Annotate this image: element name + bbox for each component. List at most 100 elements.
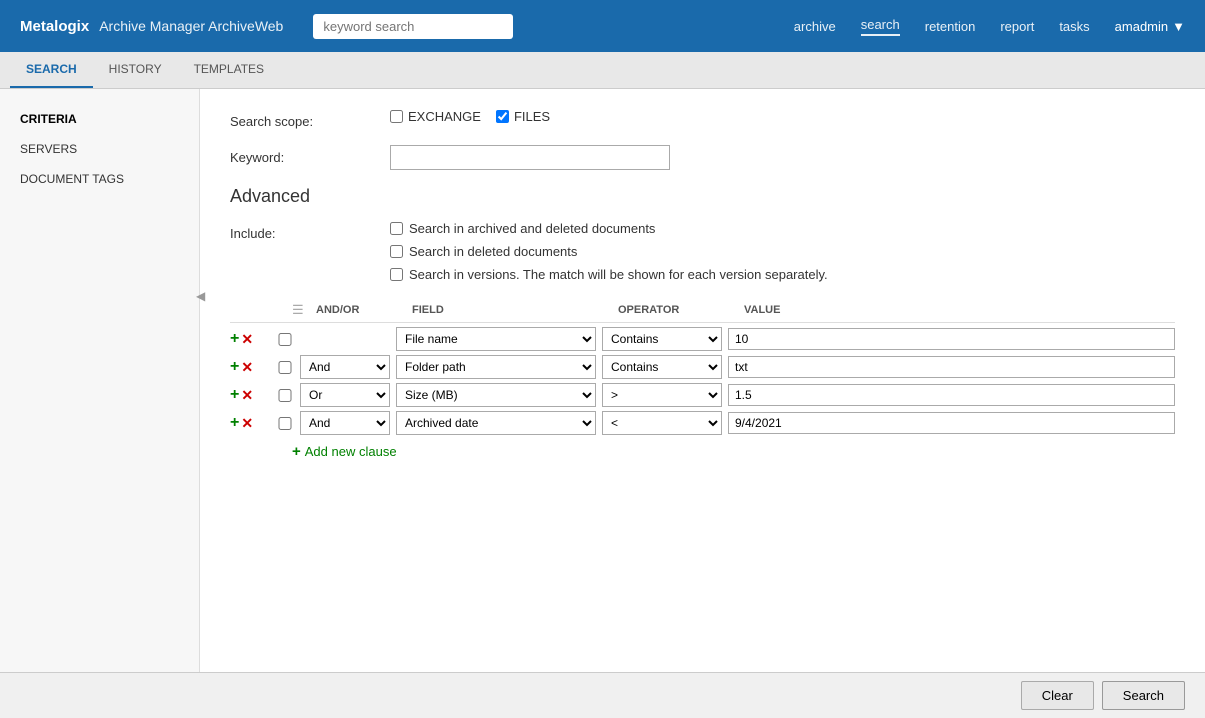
search-scope-controls: EXCHANGE FILES [390,109,550,124]
include-archived-deleted-checkbox[interactable] [390,222,403,235]
search-scope-row: Search scope: EXCHANGE FILES [230,109,1175,129]
files-checkbox[interactable] [496,110,509,123]
include-option-deleted[interactable]: Search in deleted documents [390,244,828,259]
criteria-header: ☰ AND/OR FIELD OPERATOR VALUE [230,302,1175,323]
keyword-search-input[interactable] [313,14,513,39]
chevron-down-icon: ▼ [1172,19,1185,34]
sidebar-item-servers[interactable]: SERVERS [0,134,199,164]
include-row: Include: Search in archived and deleted … [230,221,1175,282]
keyword-input[interactable] [390,145,670,170]
row-4-checkbox[interactable] [276,417,294,430]
nav-tasks[interactable]: tasks [1059,19,1089,34]
criteria-row-4: + ✕ And Or File name Folder path Size (M… [230,411,1175,435]
row-3-remove-button[interactable]: ✕ [241,388,253,402]
sidebar-collapse-icon[interactable]: ◀ [196,289,205,303]
amadmin-label: amadmin [1115,19,1168,34]
criteria-row-2: + ✕ And Or File name Folder path Size (M… [230,355,1175,379]
row-2-andor[interactable]: And Or [300,355,390,379]
advanced-title: Advanced [230,186,1175,207]
criteria-row-3: + ✕ And Or File name Folder path Size (M… [230,383,1175,407]
include-deleted-checkbox[interactable] [390,245,403,258]
row-3-add-button[interactable]: + [230,387,239,403]
content-area: Search scope: EXCHANGE FILES Keyword: Ad… [200,89,1205,715]
search-button[interactable]: Search [1102,681,1185,710]
row-4-operator-select[interactable]: > < >= <= = [602,411,722,435]
brand: Metalogix Archive Manager ArchiveWeb [20,18,283,35]
exchange-checkbox[interactable] [390,110,403,123]
row-2-value[interactable] [728,356,1175,378]
row-1-value-input[interactable] [728,328,1175,350]
col-operator-header: OPERATOR [618,304,738,316]
row-3-operator[interactable]: > < >= <= = [602,383,722,407]
nav-retention[interactable]: retention [925,19,976,34]
row-1-operator[interactable]: Contains Does not contain Equals Starts … [602,327,722,351]
row-3-checkbox[interactable] [276,389,294,402]
row-3-value[interactable] [728,384,1175,406]
row-3-field-select[interactable]: File name Folder path Size (MB) Archived… [396,383,596,407]
row-2-remove-button[interactable]: ✕ [241,360,253,374]
keyword-label: Keyword: [230,145,390,165]
nav-archive[interactable]: archive [794,19,836,34]
col-andor-header: AND/OR [316,304,406,316]
include-options: Search in archived and deleted documents… [390,221,828,282]
include-option-archived-deleted[interactable]: Search in archived and deleted documents [390,221,828,236]
row-4-andor[interactable]: And Or [300,411,390,435]
nav-report[interactable]: report [1000,19,1034,34]
col-value-header: VALUE [744,304,1175,316]
row-1-field[interactable]: File name Folder path Size (MB) Archived… [396,327,596,351]
row-3-actions: + ✕ [230,387,270,403]
row-2-operator-select[interactable]: Contains Does not contain Equals [602,355,722,379]
include-deleted-label: Search in deleted documents [409,244,577,259]
row-3-field[interactable]: File name Folder path Size (MB) Archived… [396,383,596,407]
add-clause-plus-icon: + [292,443,301,460]
row-1-operator-select[interactable]: Contains Does not contain Equals Starts … [602,327,722,351]
exchange-checkbox-label[interactable]: EXCHANGE [390,109,481,124]
tab-search[interactable]: SEARCH [10,52,93,88]
row-1-value[interactable] [728,328,1175,350]
row-4-actions: + ✕ [230,415,270,431]
include-versions-label: Search in versions. The match will be sh… [409,267,828,282]
tab-history[interactable]: HISTORY [93,52,178,88]
tabs-bar: SEARCH HISTORY TEMPLATES [0,52,1205,89]
nav-amadmin[interactable]: amadmin ▼ [1115,19,1185,34]
nav-search[interactable]: search [861,17,900,36]
main-nav: archive search retention report tasks am… [794,17,1185,36]
row-1-actions: + ✕ [230,331,270,347]
criteria-table: ☰ AND/OR FIELD OPERATOR VALUE + ✕ File n… [230,302,1175,460]
row-1-add-button[interactable]: + [230,331,239,347]
files-checkbox-label[interactable]: FILES [496,109,550,124]
row-3-andor[interactable]: And Or [300,383,390,407]
row-1-field-select[interactable]: File name Folder path Size (MB) Archived… [396,327,596,351]
clear-button[interactable]: Clear [1021,681,1094,710]
row-4-value[interactable] [728,412,1175,434]
row-2-operator[interactable]: Contains Does not contain Equals [602,355,722,379]
row-2-field[interactable]: File name Folder path Size (MB) Archived… [396,355,596,379]
row-3-andor-select[interactable]: And Or [300,383,390,407]
header: Metalogix Archive Manager ArchiveWeb arc… [0,0,1205,52]
row-2-andor-select[interactable]: And Or [300,355,390,379]
row-2-field-select[interactable]: File name Folder path Size (MB) Archived… [396,355,596,379]
row-2-actions: + ✕ [230,359,270,375]
row-4-operator[interactable]: > < >= <= = [602,411,722,435]
row-4-andor-select[interactable]: And Or [300,411,390,435]
row-2-checkbox[interactable] [276,361,294,374]
add-new-clause-button[interactable]: + Add new clause [230,443,1175,460]
row-1-checkbox[interactable] [276,333,294,346]
row-1-remove-button[interactable]: ✕ [241,332,253,346]
row-4-field[interactable]: File name Folder path Size (MB) Archived… [396,411,596,435]
include-versions-checkbox[interactable] [390,268,403,281]
row-4-remove-button[interactable]: ✕ [241,416,253,430]
include-option-versions[interactable]: Search in versions. The match will be sh… [390,267,828,282]
tab-templates[interactable]: TEMPLATES [178,52,280,88]
row-2-value-input[interactable] [728,356,1175,378]
row-4-add-button[interactable]: + [230,415,239,431]
sidebar-item-criteria[interactable]: CRITERIA [0,104,199,134]
row-3-operator-select[interactable]: > < >= <= = [602,383,722,407]
search-scope-label: Search scope: [230,109,390,129]
row-2-add-button[interactable]: + [230,359,239,375]
sidebar-item-document-tags[interactable]: DOCUMENT TAGS [0,164,199,194]
row-3-value-input[interactable] [728,384,1175,406]
row-4-value-input[interactable] [728,412,1175,434]
brand-logo: Metalogix [20,18,89,35]
row-4-field-select[interactable]: File name Folder path Size (MB) Archived… [396,411,596,435]
